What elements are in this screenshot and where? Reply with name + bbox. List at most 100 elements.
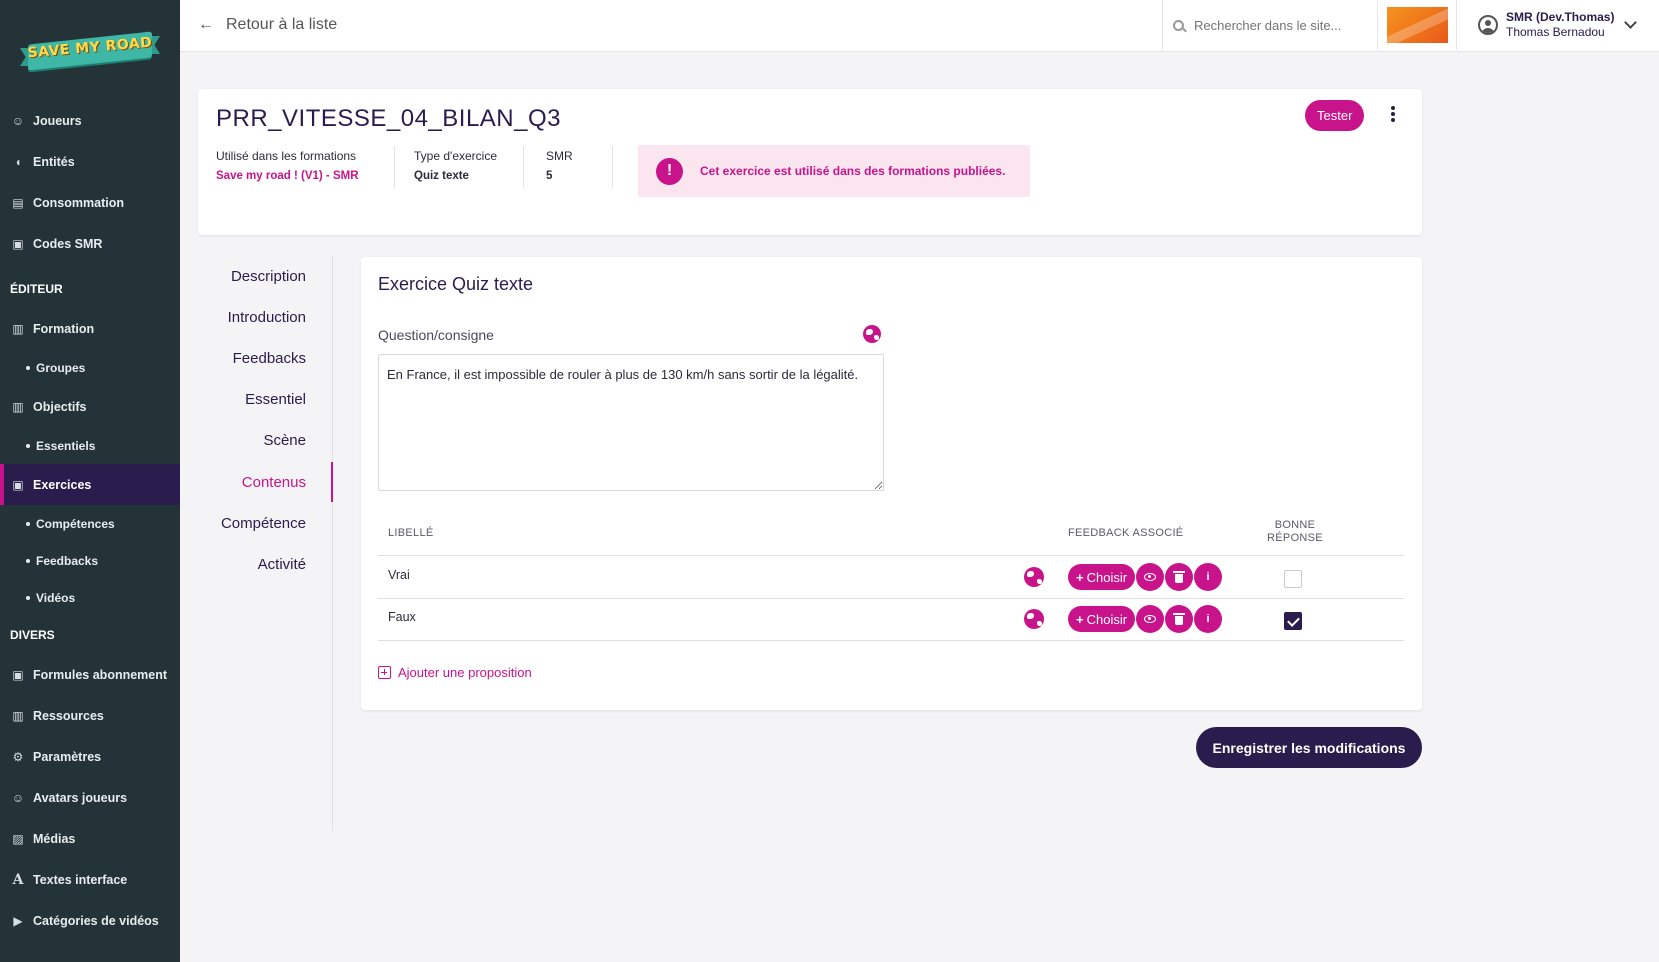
- bullet-icon: [26, 365, 30, 370]
- sidebar-subitem-competences[interactable]: Compétences: [0, 505, 180, 542]
- choose-label: Choisir: [1086, 611, 1128, 627]
- back-label: Retour à la liste: [226, 16, 338, 33]
- meta-label: SMR: [546, 149, 573, 163]
- sidebar-item-label: Groupes: [36, 360, 86, 375]
- sidebar-item-label: Joueurs: [33, 113, 82, 128]
- eye-icon: [1144, 573, 1156, 581]
- sidebar-item-exercices[interactable]: ▣ Exercices: [0, 464, 180, 505]
- sidebar-item-ressources[interactable]: ▥ Ressources: [0, 695, 180, 736]
- sidebar-item-joueurs[interactable]: ☺ Joueurs: [0, 100, 180, 141]
- answer-label[interactable]: Faux: [388, 610, 416, 624]
- column-header-line: BONNE: [1274, 519, 1316, 531]
- column-header-line: RÉPONSE: [1267, 532, 1323, 544]
- gift-icon: ▣: [12, 236, 24, 251]
- column-header-libelle: LIBELLÉ: [388, 527, 434, 539]
- sidebar-item-parametres[interactable]: ⚙ Paramètres: [0, 736, 180, 777]
- gears-icon: ⚙: [12, 749, 24, 764]
- delete-feedback-button[interactable]: [1165, 563, 1193, 591]
- bullet-icon: [26, 558, 30, 563]
- translate-globe-icon[interactable]: [1024, 567, 1044, 587]
- sidebar-item-consommation[interactable]: ▤ Consommation: [0, 182, 180, 223]
- sidebar-item-label: Médias: [33, 831, 76, 846]
- client-logo-image: [1386, 7, 1448, 43]
- meta-value: 5: [546, 170, 553, 182]
- sidebar-item-medias[interactable]: ▨ Médias: [0, 818, 180, 859]
- sidebar-item-textes[interactable]: A Textes interface: [0, 859, 180, 900]
- users-icon: ☺: [11, 113, 25, 128]
- client-logo[interactable]: [1377, 0, 1457, 50]
- translate-globe-icon[interactable]: [1024, 609, 1044, 629]
- sidebar-item-label: Vidéos: [36, 590, 76, 605]
- exercise-header-card: PRR_VITESSE_04_BILAN_Q3 Tester Utilisé d…: [198, 89, 1422, 235]
- avatar-icon: ☺: [11, 790, 25, 805]
- sidebar-subitem-feedbacks[interactable]: Feedbacks: [0, 542, 180, 579]
- translate-globe-icon[interactable]: [863, 325, 881, 343]
- tester-button[interactable]: Tester: [1305, 100, 1365, 131]
- tab-scene[interactable]: Scène: [263, 432, 306, 449]
- tab-contenus[interactable]: Contenus: [242, 474, 306, 491]
- meta-value: Quiz texte: [414, 170, 469, 182]
- arrow-left-icon: ←: [198, 16, 214, 33]
- correct-answer-checkbox[interactable]: [1284, 570, 1302, 588]
- tab-feedbacks[interactable]: Feedbacks: [233, 350, 306, 367]
- tab-description[interactable]: Description: [231, 268, 306, 285]
- user-role: SMR (Dev.Thomas): [1506, 10, 1615, 24]
- meta-label: Utilisé dans les formations: [216, 149, 357, 163]
- sidebar-item-objectifs[interactable]: ▥ Objectifs: [0, 386, 180, 427]
- view-feedback-button[interactable]: [1136, 605, 1164, 633]
- question-label: Question/consigne: [378, 327, 494, 343]
- add-proposition-link[interactable]: Ajouter une proposition: [378, 665, 532, 680]
- choose-feedback-button[interactable]: + Choisir: [1068, 606, 1136, 632]
- logo[interactable]: SAVE MY ROAD: [0, 0, 180, 100]
- font-icon: A: [12, 871, 24, 888]
- sidebar-item-avatars[interactable]: ☺ Avatars joueurs: [0, 777, 180, 818]
- top-bar: ← Retour à la liste SMR (Dev.Thomas) Tho…: [180, 0, 1659, 52]
- sidebar-item-formation[interactable]: ▥ Formation: [0, 308, 180, 349]
- search-input[interactable]: [1194, 17, 1364, 33]
- tab-activite[interactable]: Activité: [258, 556, 306, 573]
- sidebar-subitem-essentiels[interactable]: Essentiels: [0, 427, 180, 464]
- briefcase-icon: ▣: [12, 477, 24, 492]
- answer-label[interactable]: Vrai: [388, 568, 410, 582]
- info-icon: i: [1206, 571, 1210, 583]
- delete-feedback-button[interactable]: [1165, 605, 1193, 633]
- section-heading: Exercice Quiz texte: [378, 274, 534, 294]
- more-options-icon[interactable]: [1388, 104, 1398, 124]
- sidebar: SAVE MY ROAD ☺ Joueurs ◖ Entités ▤ Conso…: [0, 0, 180, 962]
- save-changes-button[interactable]: Enregistrer les modifications: [1196, 727, 1422, 768]
- view-feedback-button[interactable]: [1136, 563, 1164, 591]
- formation-link[interactable]: Save my road ! (V1) - SMR: [216, 166, 359, 186]
- meta-used-in: Utilisé dans les formations Save my road…: [216, 146, 359, 186]
- feedback-info-button[interactable]: i: [1194, 563, 1222, 591]
- plus-icon: +: [1076, 611, 1084, 627]
- trash-icon: [1173, 612, 1185, 625]
- search-icon: [1173, 19, 1184, 31]
- choose-label: Choisir: [1086, 569, 1128, 585]
- sidebar-item-codes-smr[interactable]: ▣ Codes SMR: [0, 223, 180, 264]
- question-textarea[interactable]: En France, il est impossible de rouler à…: [378, 354, 884, 491]
- sidebar-item-label: Exercices: [33, 477, 92, 492]
- add-proposition-label: Ajouter une proposition: [398, 665, 532, 680]
- user-menu[interactable]: SMR (Dev.Thomas) Thomas Bernadou: [1478, 0, 1658, 50]
- sidebar-subitem-groupes[interactable]: Groupes: [0, 349, 180, 386]
- tab-competence[interactable]: Compétence: [221, 515, 306, 532]
- bullet-icon: [26, 443, 30, 448]
- trash-icon: [1173, 570, 1185, 583]
- choose-feedback-button[interactable]: + Choisir: [1068, 564, 1136, 590]
- tab-essentiel[interactable]: Essentiel: [245, 391, 306, 408]
- back-to-list-link[interactable]: ← Retour à la liste: [198, 0, 337, 50]
- book-icon: ▥: [12, 708, 24, 723]
- sidebar-item-entites[interactable]: ◖ Entités: [0, 141, 180, 182]
- active-tab-indicator: [331, 462, 333, 502]
- sidebar-item-label: Objectifs: [33, 399, 87, 414]
- sidebar-subitem-videos[interactable]: Vidéos: [0, 579, 180, 616]
- meta-smr: SMR 5: [546, 146, 573, 186]
- tab-introduction[interactable]: Introduction: [228, 309, 306, 326]
- feedback-info-button[interactable]: i: [1194, 605, 1222, 633]
- column-header-bonne-reponse: BONNE RÉPONSE: [1265, 519, 1325, 545]
- correct-answer-checkbox[interactable]: [1284, 612, 1302, 630]
- sidebar-item-formules[interactable]: ▣ Formules abonnement: [0, 654, 180, 695]
- info-icon: i: [1206, 613, 1210, 625]
- book-icon: ▥: [12, 399, 24, 414]
- sidebar-item-categories-videos[interactable]: ▶ Catégories de vidéos: [0, 900, 180, 941]
